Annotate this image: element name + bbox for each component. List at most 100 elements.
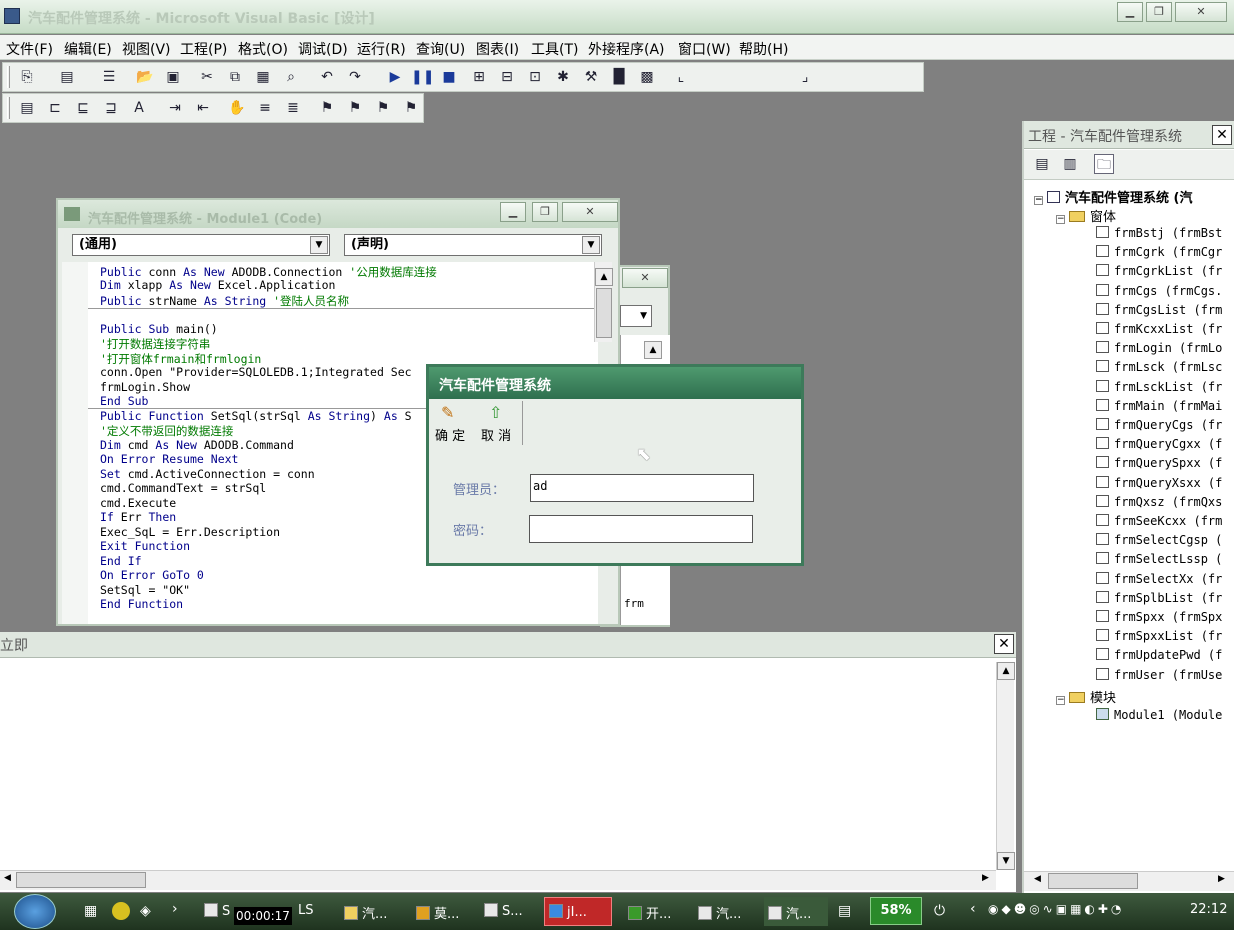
collapse-icon[interactable]: − [1034,196,1043,205]
menu-window[interactable]: 窗口(W) [678,39,731,59]
menu-tools[interactable]: 工具(T) [531,39,578,59]
system-tray-icons[interactable]: ◉◆☻◎∿▣▦◐✚◔ [988,902,1188,920]
scroll-left-arrow[interactable]: ◀ [4,873,11,883]
task-item[interactable]: 汽... [694,897,758,926]
menu-format[interactable]: 格式(O) [238,39,288,59]
list-properties-icon[interactable]: ▤ [17,98,37,118]
add-form-icon[interactable]: ▤ [57,67,77,87]
cancel-button[interactable]: 取 消 [481,425,511,444]
project-close-icon[interactable]: ✕ [1212,125,1232,145]
tree-form-item[interactable]: frmCgsList (frm [1096,302,1222,317]
minimize-button[interactable]: ▁ [1117,2,1143,22]
scroll-down-arrow[interactable]: ▼ [997,852,1015,870]
background-close-button[interactable]: ✕ [622,268,668,288]
start-button[interactable] [14,894,56,929]
keyboard-icon[interactable]: ▤ [838,903,851,919]
toggle-folders-icon[interactable]: 🗀 [1094,154,1114,174]
tree-form-item[interactable]: frmCgrk (frmCgr [1096,245,1222,259]
menu-run[interactable]: 运行(R) [357,39,406,59]
break-icon[interactable]: ❚❚ [411,67,434,87]
tree-form-item[interactable]: frmSeeKcxx (frm [1096,514,1222,528]
tree-form-item[interactable]: frmLsck (frmLsc [1096,360,1222,374]
redo-icon[interactable]: ↷ [345,67,365,87]
admin-input[interactable]: ad [530,474,754,502]
toggle-breakpoint-icon[interactable]: ✋ [227,98,247,118]
quicklaunch-icon[interactable]: ◈ [140,903,151,919]
password-input[interactable] [529,515,753,543]
procedure-combo[interactable]: (声明) ▼ [344,234,602,256]
comment-block-icon[interactable]: ≡ [255,98,275,118]
login-dialog[interactable]: 汽车配件管理系统 ✎ ⇧ 确 定 取 消 管理员： ad 密码： [426,364,804,566]
copy-icon[interactable]: ⧉ [225,67,245,87]
tree-form-item[interactable]: frmQuerySpxx (f [1096,456,1222,470]
paste-icon[interactable]: ▦ [253,67,273,87]
background-scroll-up[interactable]: ▲ [644,341,662,359]
maximize-button[interactable]: ❐ [1146,2,1172,22]
list-constants-icon[interactable]: ⊏ [45,98,65,118]
view-object-icon[interactable]: ▥ [1060,154,1080,174]
tree-form-item[interactable]: frmSpxx (frmSpx [1096,610,1222,624]
tree-form-item[interactable]: frmSelectCgsp ( [1096,533,1222,547]
tree-form-item[interactable]: frmCgrkList (fr [1096,264,1222,278]
chevron-down-icon[interactable]: ▼ [310,236,328,254]
tree-modules-folder[interactable]: − 模块 [1056,687,1116,706]
complete-word-icon[interactable]: A [129,98,149,118]
end-icon[interactable]: ■ [439,67,459,87]
clock[interactable]: 22:12 [1190,902,1227,917]
save-icon[interactable]: ▣ [163,67,183,87]
menu-view[interactable]: 视图(V) [122,39,171,59]
immediate-close-icon[interactable]: ✕ [994,634,1014,654]
tree-form-item[interactable]: frmSelectXx (fr [1096,571,1222,586]
uncomment-block-icon[interactable]: ≣ [283,98,303,118]
task-item[interactable]: 汽... [340,897,404,926]
component-manager-icon[interactable]: ▩ [637,67,657,87]
quick-info-icon[interactable]: ⊑ [73,98,93,118]
project-explorer-icon[interactable]: ⊞ [469,67,489,87]
collapse-icon[interactable]: − [1056,215,1065,224]
tree-module-item[interactable]: Module1 (Module [1096,708,1222,722]
object-combo[interactable]: (通用) ▼ [72,234,330,256]
scroll-thumb[interactable] [16,872,146,888]
scroll-left-arrow[interactable]: ◀ [1034,874,1041,884]
menu-query[interactable]: 查询(U) [416,39,465,59]
view-code-icon[interactable]: ▤ [1032,154,1052,174]
collapse-icon[interactable]: − [1056,696,1065,705]
immediate-hscrollbar[interactable]: ◀ ▶ [0,870,996,890]
menu-help[interactable]: 帮助(H) [739,39,788,59]
tree-form-item[interactable]: frmSplbList (fr [1096,590,1222,605]
menu-diagram[interactable]: 图表(I) [476,39,519,59]
menu-debug[interactable]: 调试(D) [298,39,348,59]
scroll-up-arrow[interactable]: ▲ [997,662,1015,680]
immediate-vscrollbar[interactable]: ▲ ▼ [996,662,1015,870]
menu-addins[interactable]: 外接程序(A) [588,39,665,59]
close-button[interactable]: ✕ [1175,2,1227,22]
scroll-thumb[interactable] [1048,873,1138,889]
task-item[interactable]: 开... [624,897,688,926]
next-bookmark-icon[interactable]: ⚑ [345,98,365,118]
quicklaunch-icon[interactable]: ▦ [84,903,97,919]
indent-icon[interactable]: ⇥ [165,98,185,118]
chevron-right-icon[interactable]: › [172,901,178,917]
toggle-bookmark-icon[interactable]: ⚑ [317,98,337,118]
menu-edit[interactable]: 编辑(E) [64,39,112,59]
tree-form-item[interactable]: frmUser (frmUse [1096,667,1222,682]
chevron-left-icon[interactable]: ‹ [970,901,976,917]
tree-forms-folder[interactable]: − 窗体 [1056,206,1116,225]
start-icon[interactable]: ▶ [385,67,405,87]
tree-form-item[interactable]: frmKcxxList (fr [1096,322,1222,336]
menu-editor-icon[interactable]: ☰ [99,67,119,87]
tree-form-item[interactable]: frmBstj (frmBst [1096,226,1222,240]
tree-form-item[interactable]: frmQueryCgxx (f [1096,437,1222,451]
task-item[interactable]: 汽... [764,897,828,926]
menu-project[interactable]: 工程(P) [180,39,227,59]
toolbox-icon[interactable]: ⚒ [581,67,601,87]
tree-form-item[interactable]: frmQueryCgs (fr [1096,418,1222,432]
tree-form-item[interactable]: frmQxsz (frmQxs [1096,494,1222,509]
code-close-button[interactable]: ✕ [562,202,618,222]
menu-file[interactable]: 文件(F) [6,39,53,59]
find-icon[interactable]: ⌕ [281,67,301,87]
code-maximize-button[interactable]: ❐ [532,202,558,222]
code-vscrollbar[interactable]: ▲ [594,262,613,342]
scroll-right-arrow[interactable]: ▶ [1218,874,1225,884]
undo-icon[interactable]: ↶ [317,67,337,87]
